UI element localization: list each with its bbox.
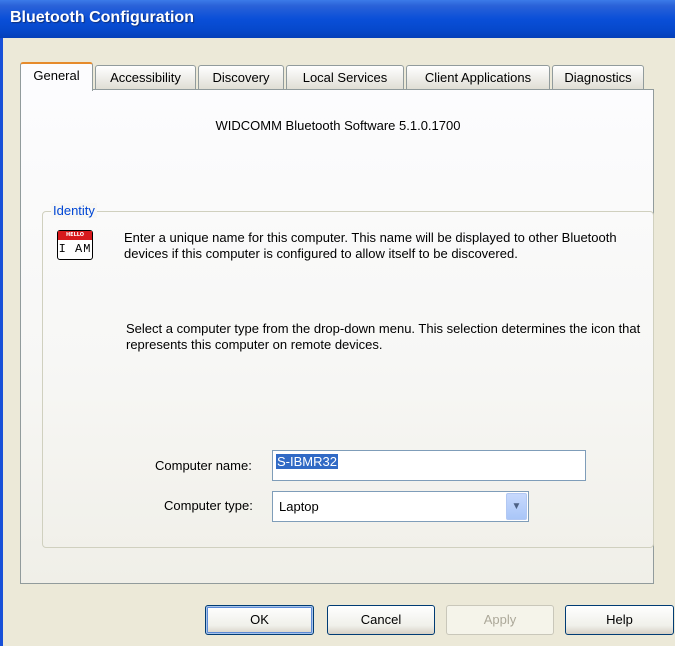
computer-name-input[interactable]: S-IBMR32 — [272, 450, 586, 481]
title-bar[interactable]: Bluetooth Configuration — [0, 0, 675, 38]
tab-label: Diagnostics — [564, 70, 632, 85]
tab-label: Accessibility — [110, 70, 181, 85]
tab-label: Local Services — [302, 70, 388, 85]
tab-local-services[interactable]: Local Services — [286, 65, 404, 89]
hello-i-am-nametag-icon: HELLO I AM — [57, 230, 93, 260]
window-frame — [0, 38, 3, 646]
nametag-i-am-text: I AM — [58, 242, 92, 256]
general-tab-panel: WIDCOMM Bluetooth Software 5.1.0.1700 Id… — [20, 89, 654, 584]
tab-discovery[interactable]: Discovery — [198, 65, 284, 89]
tab-diagnostics[interactable]: Diagnostics — [552, 65, 644, 89]
tab-accessibility[interactable]: Accessibility — [95, 65, 196, 89]
identity-group-label: Identity — [51, 203, 97, 218]
computer-type-description: Select a computer type from the drop-dow… — [126, 321, 641, 352]
chevron-down-icon[interactable]: ▼ — [506, 493, 527, 520]
computer-type-value: Laptop — [279, 499, 319, 514]
tab-label: Discovery — [212, 70, 270, 85]
computer-name-label: Computer name: — [155, 458, 252, 473]
nametag-hello-text: HELLO — [58, 231, 92, 240]
ok-button[interactable]: OK — [205, 605, 314, 635]
computer-name-value: S-IBMR32 — [276, 454, 338, 469]
tab-label: General — [33, 68, 80, 83]
apply-button[interactable]: Apply — [446, 605, 554, 635]
window-title: Bluetooth Configuration — [10, 9, 194, 26]
help-button[interactable]: Help — [565, 605, 674, 635]
tab-client-applications[interactable]: Client Applications — [406, 65, 550, 89]
computer-type-dropdown[interactable]: Laptop ▼ — [272, 491, 529, 522]
software-version-text: WIDCOMM Bluetooth Software 5.1.0.1700 — [215, 118, 461, 133]
tab-label: Client Applications — [424, 70, 532, 85]
tab-general[interactable]: General — [20, 62, 93, 91]
computer-type-label: Computer type: — [164, 498, 253, 513]
identity-description: Enter a unique name for this computer. T… — [124, 230, 617, 261]
cancel-button[interactable]: Cancel — [327, 605, 435, 635]
